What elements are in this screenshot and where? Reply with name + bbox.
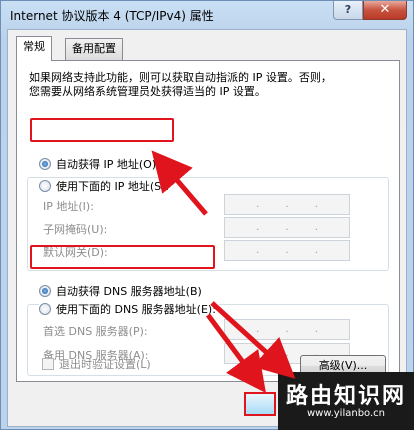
preferred-dns-input[interactable]: ... [224, 319, 350, 340]
radio-manual-dns[interactable]: 使用下面的 DNS 服务器地址(E): [39, 301, 219, 317]
highlight-auto-dns [30, 245, 215, 269]
validate-on-exit-checkbox[interactable]: 退出时验证设置(L) [42, 356, 151, 372]
default-gateway-input[interactable]: ... [224, 240, 350, 261]
checkbox[interactable] [42, 358, 54, 370]
close-button[interactable]: ✕ [363, 1, 407, 20]
subnet-mask-input[interactable]: ... [224, 217, 350, 238]
title-bar[interactable]: Internet 协议版本 4 (TCP/IPv4) 属性 ? ✕ [1, 1, 413, 29]
description-line: 如果网络支持此功能，则可以获取自动指派的 IP 设置。否则， [29, 71, 332, 84]
radio-button[interactable] [39, 303, 51, 315]
tab-alternate-config[interactable]: 备用配置 [65, 38, 123, 60]
dialog-client: 常规 备用配置 如果网络支持此功能，则可以获取自动指派的 IP 设置。否则， 您… [7, 29, 407, 427]
watermark-title: 路由知识网 [285, 384, 406, 409]
radio-button[interactable] [39, 180, 51, 192]
ok-button[interactable] [244, 392, 276, 416]
preferred-dns-label: 首选 DNS 服务器(P): [43, 325, 148, 338]
highlight-auto-ip [30, 118, 174, 142]
checkbox-label: 退出时验证设置(L) [59, 358, 151, 371]
description-line: 您需要从网络系统管理员处获得适当的 IP 设置。 [29, 85, 266, 98]
dialog-window: Internet 协议版本 4 (TCP/IPv4) 属性 ? ✕ 常规 备用配… [0, 0, 414, 430]
radio-manual-ip[interactable]: 使用下面的 IP 地址(S): [39, 178, 173, 194]
radio-label: 自动获得 DNS 服务器地址(B) [56, 285, 202, 298]
ip-address-input[interactable]: ... [224, 194, 350, 215]
description-text: 如果网络支持此功能，则可以获取自动指派的 IP 设置。否则， 您需要从网络系统管… [29, 71, 389, 99]
tab-panel-general: 如果网络支持此功能，则可以获取自动指派的 IP 设置。否则， 您需要从网络系统管… [16, 60, 400, 382]
subnet-mask-label: 子网掩码(U): [43, 223, 108, 236]
radio-button-checked[interactable] [39, 158, 51, 170]
window-title: Internet 协议版本 4 (TCP/IPv4) 属性 [10, 9, 214, 23]
radio-auto-dns[interactable]: 自动获得 DNS 服务器地址(B) [39, 283, 202, 299]
ip-address-label: IP 地址(I): [43, 200, 94, 213]
radio-label: 使用下面的 IP 地址(S): [56, 180, 170, 193]
watermark-url: www.yilanbo.cn [306, 408, 386, 419]
radio-label: 使用下面的 DNS 服务器地址(E): [56, 303, 216, 316]
radio-label: 自动获得 IP 地址(O) [56, 158, 157, 171]
help-button[interactable]: ? [333, 1, 363, 20]
radio-auto-ip[interactable]: 自动获得 IP 地址(O) [39, 156, 156, 172]
tab-general[interactable]: 常规 [16, 36, 52, 61]
radio-button-checked[interactable] [39, 285, 51, 297]
